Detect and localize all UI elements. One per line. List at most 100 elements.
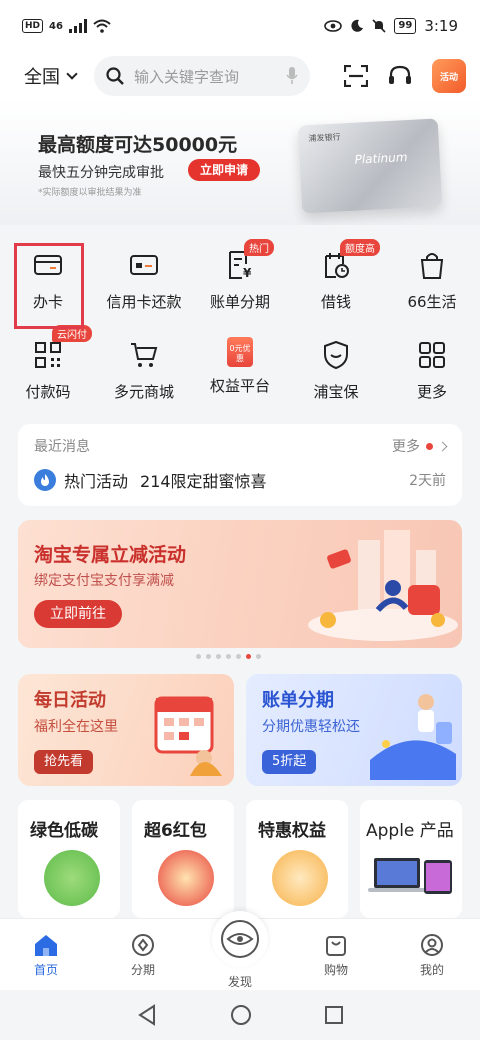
more-label: 更多 bbox=[392, 439, 420, 455]
menu-label: 付款码 bbox=[25, 383, 71, 401]
shopping-bag-icon bbox=[326, 936, 346, 956]
recents-icon[interactable] bbox=[324, 1005, 344, 1025]
carousel-dot[interactable] bbox=[206, 654, 211, 659]
mute-bell-icon bbox=[372, 19, 386, 33]
green-lowcarbon-card[interactable]: 绿色低碳 bbox=[18, 800, 120, 918]
tab-label: 购物 bbox=[323, 963, 348, 977]
carousel-dot[interactable] bbox=[226, 654, 231, 659]
apply-now-button[interactable]: 立即申请 bbox=[188, 159, 261, 181]
discover-button[interactable] bbox=[212, 911, 268, 967]
back-icon[interactable] bbox=[136, 1004, 158, 1026]
eye-icon bbox=[324, 20, 343, 32]
status-bar: HD 46 99 3:19 bbox=[0, 0, 480, 52]
menu-item-borrow[interactable]: 额度高 借钱 bbox=[288, 239, 384, 319]
chevron-down-icon bbox=[66, 68, 78, 80]
search-bar[interactable]: 输入关键字查询 bbox=[94, 56, 310, 96]
activity-subtitle: 分期优惠轻松还 bbox=[262, 719, 360, 735]
gift-icon bbox=[272, 850, 328, 906]
signal-icon bbox=[68, 19, 87, 33]
credit-card-image: 浦发银行 Platinum bbox=[297, 118, 443, 214]
menu-label: 66生活 bbox=[407, 293, 457, 311]
special-benefits-card[interactable]: 特惠权益 bbox=[246, 800, 348, 918]
half-off-button[interactable]: 5折起 bbox=[262, 750, 317, 774]
scan-icon[interactable] bbox=[344, 65, 368, 87]
carousel-dot[interactable] bbox=[216, 654, 221, 659]
tab-label: 首页 bbox=[33, 963, 58, 977]
card-bank-label: 浦发银行 bbox=[308, 132, 341, 144]
microphone-icon[interactable] bbox=[286, 67, 298, 85]
activity-title: 每日活动 bbox=[34, 690, 106, 711]
battery-level: 99 bbox=[394, 18, 417, 34]
quick-card-title: 特惠权益 bbox=[258, 821, 326, 841]
promo-banner[interactable]: 淘宝专属立减活动 绑定支付宝支付享满减 立即前往 bbox=[18, 520, 462, 648]
menu-label: 多元商城 bbox=[113, 383, 174, 401]
qrcode-icon bbox=[30, 337, 66, 373]
leaf-icon bbox=[44, 850, 100, 906]
carousel-dot[interactable] bbox=[246, 654, 251, 659]
promo-title: 淘宝专属立减活动 bbox=[34, 544, 187, 566]
tab-mine[interactable]: 我的 bbox=[402, 933, 462, 978]
city-label: 全国 bbox=[24, 67, 60, 88]
daily-activity-card[interactable]: 每日活动 福利全在这里 抢先看 bbox=[18, 674, 234, 786]
card-repay-icon bbox=[126, 247, 162, 283]
promo-subtitle: 绑定支付宝支付享满减 bbox=[34, 573, 174, 589]
menu-label: 账单分期 bbox=[209, 293, 270, 311]
top-header: 全国 输入关键字查询 活动 bbox=[0, 52, 480, 100]
grab-first-button[interactable]: 抢先看 bbox=[34, 750, 94, 774]
go-now-button[interactable]: 立即前往 bbox=[34, 600, 122, 628]
tab-installment[interactable]: 分期 bbox=[113, 933, 173, 978]
menu-item-bill-installment[interactable]: 热门 ¥ 账单分期 bbox=[192, 239, 288, 319]
recent-messages-card[interactable]: 最近消息 更多 热门活动 214限定甜蜜惊喜 2天前 bbox=[18, 424, 462, 506]
tab-shop[interactable]: 购物 bbox=[306, 933, 366, 978]
red-packet-card[interactable]: 超6红包 bbox=[132, 800, 234, 918]
card-name-label: Platinum bbox=[354, 150, 408, 167]
menu-item-more[interactable]: 更多 bbox=[384, 329, 480, 409]
customer-service-icon[interactable] bbox=[388, 65, 412, 87]
hd-indicator: HD bbox=[22, 19, 44, 33]
tab-label: 分期 bbox=[130, 963, 155, 977]
bag-icon bbox=[414, 247, 450, 283]
svg-text:¥: ¥ bbox=[243, 266, 252, 280]
union-pay-badge: 云闪付 bbox=[52, 325, 92, 342]
home-circle-icon[interactable] bbox=[230, 1004, 252, 1026]
activity-avatar[interactable]: 活动 bbox=[432, 59, 466, 93]
tab-label: 发现 bbox=[227, 975, 252, 989]
system-nav-bar bbox=[0, 990, 480, 1040]
apple-products-card[interactable]: Apple 产品 bbox=[360, 800, 462, 918]
shield-icon bbox=[318, 337, 354, 373]
tab-discover[interactable]: 发现 bbox=[210, 911, 270, 990]
high-limit-badge: 额度高 bbox=[340, 239, 380, 256]
banner-title: 最高额度可达50000元 bbox=[38, 134, 238, 156]
menu-item-mall[interactable]: 多元商城 bbox=[96, 329, 192, 409]
message-time: 2天前 bbox=[409, 473, 446, 489]
bottom-tab-bar: 首页 分期 发现 购物 我的 bbox=[0, 911, 480, 990]
menu-item-pay-code[interactable]: 云闪付 付款码 bbox=[0, 325, 96, 409]
moon-icon bbox=[351, 19, 364, 32]
tab-home[interactable]: 首页 bbox=[16, 933, 76, 978]
menu-item-66-life[interactable]: 66生活 bbox=[384, 239, 480, 319]
carousel-dot[interactable] bbox=[196, 654, 201, 659]
laptop-icon bbox=[368, 858, 452, 894]
messages-more-link[interactable]: 更多 bbox=[392, 436, 448, 456]
menu-item-benefits[interactable]: 0元优惠 权益平台 bbox=[192, 329, 288, 409]
message-tag: 热门活动 bbox=[64, 472, 129, 491]
menu-item-apply-card[interactable]: 办卡 bbox=[0, 239, 96, 319]
wifi-icon bbox=[93, 19, 111, 33]
tab-label: 我的 bbox=[419, 963, 444, 977]
coupon-icon: 0元优惠 bbox=[227, 337, 253, 367]
bill-installment-card[interactable]: 账单分期 分期优惠轻松还 5折起 bbox=[246, 674, 462, 786]
menu-label: 浦宝保 bbox=[313, 383, 359, 401]
network-type: 46 bbox=[49, 20, 63, 32]
carousel-dot[interactable] bbox=[256, 654, 261, 659]
menu-item-insurance[interactable]: 浦宝保 bbox=[288, 329, 384, 409]
calendar-illustration bbox=[154, 696, 222, 776]
menu-label: 信用卡还款 bbox=[106, 293, 182, 311]
unread-dot bbox=[426, 442, 433, 450]
avatar-text: 活动 bbox=[439, 72, 458, 83]
city-selector[interactable]: 全国 bbox=[24, 63, 78, 89]
search-placeholder: 输入关键字查询 bbox=[134, 67, 240, 86]
message-row[interactable]: 热门活动 214限定甜蜜惊喜 2天前 bbox=[34, 468, 446, 492]
credit-card-banner[interactable]: 最高额度可达50000元 最快五分钟完成审批 立即申请 *实际额度以审批结果为准… bbox=[0, 100, 480, 225]
menu-item-card-repay[interactable]: 信用卡还款 bbox=[96, 239, 192, 319]
carousel-dot[interactable] bbox=[236, 654, 241, 659]
